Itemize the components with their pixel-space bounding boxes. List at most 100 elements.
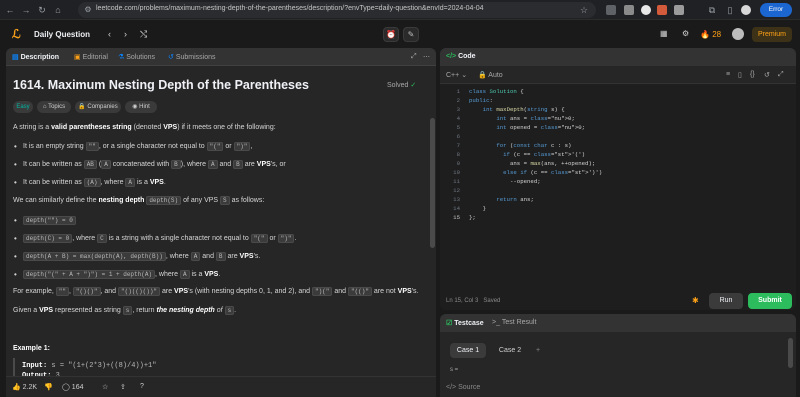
line-number: 14 (453, 205, 460, 212)
panel-expand-icon[interactable]: ⤢ (411, 53, 417, 61)
avatar[interactable] (732, 28, 744, 40)
prev-question-icon[interactable]: ‹ (108, 29, 111, 39)
list-item: It can be written as AB (A concatenated … (23, 160, 286, 169)
streak-count: 28 (712, 30, 722, 39)
problem-title[interactable]: 1614. Maximum Nesting Depth of the Paren… (13, 78, 309, 92)
favorite-star-icon[interactable]: ☆ (102, 383, 108, 391)
share-icon[interactable]: ⇪ (120, 383, 126, 391)
case-2-tab[interactable]: Case 2 (492, 343, 528, 358)
help-icon[interactable]: ? (140, 383, 144, 390)
timer-icon[interactable]: ⏰ (383, 27, 399, 42)
bullet: • (14, 160, 17, 169)
code-line: --opened; (469, 178, 541, 185)
line-number: 10 (453, 169, 460, 176)
tab-editorial[interactable]: ▣ Editorial (74, 53, 108, 61)
extension-icon[interactable] (606, 5, 616, 15)
extension-icon[interactable] (674, 5, 684, 15)
back-icon[interactable]: ← (4, 4, 16, 16)
reset-icon[interactable]: ↺ (764, 71, 770, 79)
home-icon[interactable]: ⌂ (52, 4, 64, 16)
panel-more-icon[interactable]: ⋯ (423, 53, 430, 61)
lock-icon: 🔒 (478, 72, 487, 79)
testcase-scrollbar[interactable] (788, 338, 793, 368)
source-toggle[interactable]: </> Source (446, 384, 480, 391)
line-number: 15 (453, 214, 460, 221)
site-info-icon[interactable]: ⚙ (82, 4, 94, 16)
tab-test-result[interactable]: >_ Test Result (492, 319, 536, 326)
braces-icon[interactable]: {} (750, 71, 755, 78)
code-icon: </> (446, 53, 457, 60)
code-editor-panel: </> Code C++ ⌄ 🔒 Auto ≡ ▯ {} ↺ ⤢ 1 2 3 4… (440, 48, 796, 310)
daily-question-title[interactable]: Daily Question (34, 30, 90, 39)
debug-icon[interactable]: ✱ (692, 296, 699, 305)
bookmark-star-icon[interactable]: ☆ (578, 4, 590, 16)
list-item: depth(C) = 0, where C is a string with a… (23, 234, 296, 243)
extensions-puzzle-icon[interactable]: ⧉ (706, 4, 718, 16)
lightbulb-icon: ◉ (132, 104, 138, 110)
line-number: 13 (453, 196, 460, 203)
submit-button[interactable]: Submit (748, 293, 792, 309)
comments-button[interactable]: ◯ 164 (62, 383, 83, 391)
description-scrollbar[interactable] (430, 118, 435, 248)
editor-toolbar: C++ ⌄ 🔒 Auto ≡ ▯ {} ↺ ⤢ (440, 66, 796, 84)
profile-avatar[interactable] (741, 5, 751, 15)
browser-toolbar: ← → ↻ ⌂ ⚙ leetcode.com/problems/maximum-… (0, 0, 800, 20)
reload-icon[interactable]: ↻ (36, 4, 48, 16)
comment-icon: ◯ (62, 384, 70, 391)
dislike-icon[interactable]: 👎 (44, 383, 53, 391)
cursor-position: Ln 15, Col 3 Saved (446, 298, 501, 304)
testcase-tab-bar: ☑ Testcase >_ Test Result (440, 314, 796, 332)
tab-submissions[interactable]: ↺ Submissions (168, 53, 216, 61)
format-icon[interactable]: ≡ (726, 71, 730, 78)
hint-chip[interactable]: ◉ Hint (125, 101, 157, 113)
forward-icon[interactable]: → (20, 4, 32, 16)
case-1-tab[interactable]: Case 1 (450, 343, 486, 358)
solutions-icon: ⚗ (118, 54, 125, 61)
extension-icon[interactable] (657, 5, 667, 15)
tab-description[interactable]: ▤ Description (12, 53, 59, 61)
url-text[interactable]: leetcode.com/problems/maximum-nesting-de… (96, 5, 484, 12)
code-line: int maxDepth(string s) { (482, 106, 565, 113)
input-variable-label: s = (450, 367, 459, 373)
bookmark-icon[interactable]: ▯ (738, 71, 742, 79)
terminal-icon: >_ (492, 319, 500, 326)
paragraph-task: Given a VPS represented as string s, ret… (13, 306, 237, 315)
notes-icon[interactable]: ✎ (403, 27, 419, 42)
error-button[interactable]: Error (760, 3, 792, 17)
solved-status: Solved ✓ (387, 82, 417, 89)
companies-chip[interactable]: 🔒 Companies (75, 101, 121, 113)
shuffle-icon[interactable]: ⤭ (140, 29, 147, 40)
extension-icon[interactable] (641, 5, 651, 15)
run-button[interactable]: Run (709, 293, 743, 309)
like-button[interactable]: 👍 2.2K (12, 383, 37, 391)
code-area[interactable]: 1 2 3 4 5 6 7 8 9 10 11 12 13 14 15 clas… (440, 86, 796, 286)
fullscreen-icon[interactable]: ⤢ (778, 71, 784, 79)
code-line: for (const char c : s) (496, 142, 572, 149)
line-number: 1 (456, 88, 460, 95)
code-line: public: (469, 97, 493, 104)
add-case-button[interactable]: + (532, 343, 544, 358)
description-icon: ▤ (12, 54, 19, 61)
language-select[interactable]: C++ ⌄ (446, 71, 467, 79)
topics-chip[interactable]: ⌂ Topics (37, 101, 71, 113)
settings-gear-icon[interactable]: ⚙ (682, 29, 689, 38)
tab-testcase[interactable]: ☑ Testcase (446, 319, 484, 327)
editorial-icon: ▣ (74, 54, 81, 61)
extension-icon[interactable] (624, 5, 634, 15)
difficulty-badge[interactable]: Easy (13, 101, 33, 113)
code-line: int opened = class="nu">0; (496, 124, 586, 131)
tab-solutions[interactable]: ⚗ Solutions (118, 53, 155, 61)
tab-code[interactable]: </> Code (446, 53, 476, 60)
sidebar-icon[interactable]: ▯ (724, 4, 736, 16)
bullet: • (14, 142, 17, 151)
saved-status: Saved (483, 298, 501, 304)
streak-counter[interactable]: 🔥 28 (700, 30, 721, 39)
layout-icon[interactable]: ▦ (660, 29, 668, 38)
premium-button[interactable]: Premium (752, 27, 792, 42)
list-item: It can be written as (A), where A is a V… (23, 178, 166, 187)
next-question-icon[interactable]: › (124, 29, 127, 39)
tag-icon: ⌂ (42, 104, 47, 110)
leetcode-logo-icon[interactable]: ℒ (12, 27, 24, 41)
testcase-panel: ☑ Testcase >_ Test Result Case 1 Case 2 … (440, 314, 796, 397)
autocomplete-toggle[interactable]: 🔒 Auto (478, 71, 503, 79)
